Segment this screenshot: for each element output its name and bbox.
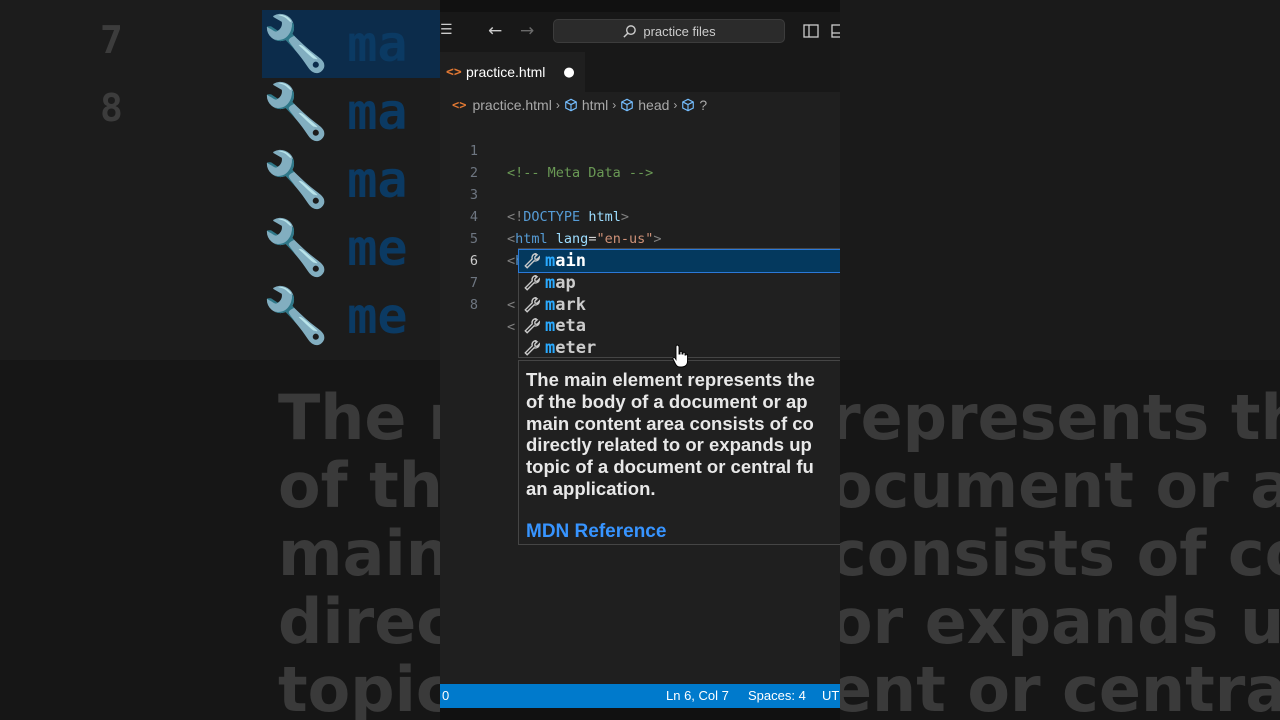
tab-practice-html[interactable]: <> practice.html ● <box>440 52 585 92</box>
breadcrumb-head[interactable]: head <box>620 97 669 113</box>
suggestion-match: m <box>545 272 556 293</box>
code-line: 5 <head> <box>440 206 840 269</box>
suggestion-match: m <box>545 315 556 336</box>
chevron-right-icon: › <box>612 98 617 112</box>
forward-arrow-icon[interactable]: → <box>520 21 534 41</box>
background-left: 7 8 🔧ma 🔧ma 🔧ma 🔧me 🔧me The m of the mai… <box>0 0 440 720</box>
background-hover-text: represents the <box>840 381 1280 454</box>
background-suggestion: 🔧 ma <box>262 80 408 143</box>
background-hover-text: of the <box>278 449 440 522</box>
background-hover-text: or expands up <box>840 585 1280 658</box>
background-line-number: 8 <box>100 86 123 130</box>
unsaved-dot-icon[interactable]: ● <box>563 65 574 80</box>
background-hover-text: The m <box>278 381 440 454</box>
wrench-icon <box>524 252 540 269</box>
status-problems[interactable]: 0 <box>442 688 449 703</box>
element-cube-icon <box>682 98 695 112</box>
breadcrumb-file-label: practice.html <box>472 97 552 113</box>
command-center-search[interactable]: practice files <box>553 19 785 43</box>
background-hover-text: topic <box>278 653 440 720</box>
breadcrumb-html-label: html <box>581 97 609 113</box>
breadcrumb-html[interactable]: html <box>564 97 608 113</box>
background-line-number: 7 <box>100 18 123 62</box>
html-file-icon: <> <box>452 98 467 112</box>
suggestion-rest: ain <box>555 250 586 271</box>
search-label: practice files <box>643 23 716 39</box>
mdn-reference-link[interactable]: MDN Reference <box>526 521 666 543</box>
code-line-active: 6 <m <box>440 228 840 292</box>
background-hover-text: ocument or ap <box>840 449 1280 522</box>
suggestion-item-mark[interactable]: m ark <box>519 294 840 316</box>
mouse-pointer-icon <box>672 344 688 368</box>
background-suggestion: 🔧 me <box>262 284 408 347</box>
code-editor-window: ☰ ← → practice files <> practice.html ● … <box>440 12 840 708</box>
suggestion-details: The main element represents the of the b… <box>518 360 840 545</box>
code-line: 2 <box>440 140 840 181</box>
background-right: represents the ocument or ap consists of… <box>840 0 1280 720</box>
wrench-icon <box>524 296 540 313</box>
suggestion-match: m <box>545 250 556 271</box>
background-suggestion: 🔧 ma <box>262 10 440 78</box>
breadcrumb-head-label: head <box>638 97 670 113</box>
background-suggestion: 🔧 ma <box>262 148 408 211</box>
breadcrumb-unknown[interactable]: ? <box>681 97 707 113</box>
toggle-sidebar-icon[interactable] <box>803 23 819 39</box>
html-file-icon: <> <box>446 64 462 80</box>
line-content: < <box>507 319 516 335</box>
status-indentation[interactable]: Spaces: 4 <box>748 688 806 703</box>
wrench-icon <box>524 339 540 356</box>
code-line: 3 <!DOCTYPE html> <box>440 162 840 225</box>
suggestion-rest: eta <box>555 315 586 336</box>
suggestion-rest: eter <box>555 337 597 358</box>
suggestion-list: m ain m ap m ark m eta m eter <box>518 248 840 358</box>
element-cube-icon <box>564 98 577 112</box>
background-hover-text: main <box>278 517 440 590</box>
title-bar: ☰ ← → practice files <box>440 12 840 52</box>
suggestion-match: m <box>545 337 556 358</box>
chevron-right-icon: › <box>555 98 560 112</box>
back-arrow-icon[interactable]: ← <box>488 21 502 41</box>
wrench-icon <box>524 317 540 334</box>
suggestion-rest: ark <box>555 294 586 315</box>
code-line: 4 <html lang="en-us"> <box>440 184 840 247</box>
background-editor-band <box>840 0 1280 360</box>
status-bar: 0 Ln 6, Col 7 Spaces: 4 UT <box>440 684 840 708</box>
tab-label: practice.html <box>466 64 546 80</box>
element-cube-icon <box>621 98 634 112</box>
tab-bar: <> practice.html ● <box>440 52 840 92</box>
background-hover-text: direct <box>278 585 440 658</box>
breadcrumb: <> practice.html › html › head › ? <box>440 92 840 118</box>
menu-icon[interactable]: ☰ <box>440 22 453 38</box>
status-cursor-position[interactable]: Ln 6, Col 7 <box>666 688 729 703</box>
suggestion-match: m <box>545 294 556 315</box>
background-hover-text: ent or central fu <box>840 653 1280 720</box>
breadcrumb-file[interactable]: practice.html <box>472 97 551 113</box>
code-line: 1 <!-- Meta Data --> <box>440 118 840 181</box>
toggle-panel-icon[interactable] <box>831 23 840 39</box>
background-suggestion: 🔧 me <box>262 216 408 279</box>
suggestion-item-meta[interactable]: m eta <box>519 315 840 337</box>
breadcrumb-unknown-label: ? <box>699 97 708 113</box>
line-content: < <box>507 297 516 313</box>
suggestion-rest: ap <box>555 272 576 293</box>
suggestion-item-map[interactable]: m ap <box>519 272 840 294</box>
background-hover-text: consists of co <box>840 517 1280 590</box>
chevron-right-icon: › <box>673 98 678 112</box>
status-encoding[interactable]: UT <box>822 688 839 703</box>
suggestion-description: The main element represents the of the b… <box>526 369 815 499</box>
wrench-icon <box>524 274 540 291</box>
line-number: 8 <box>469 297 478 313</box>
suggestion-item-main[interactable]: m ain <box>518 249 840 273</box>
search-icon <box>623 24 637 38</box>
